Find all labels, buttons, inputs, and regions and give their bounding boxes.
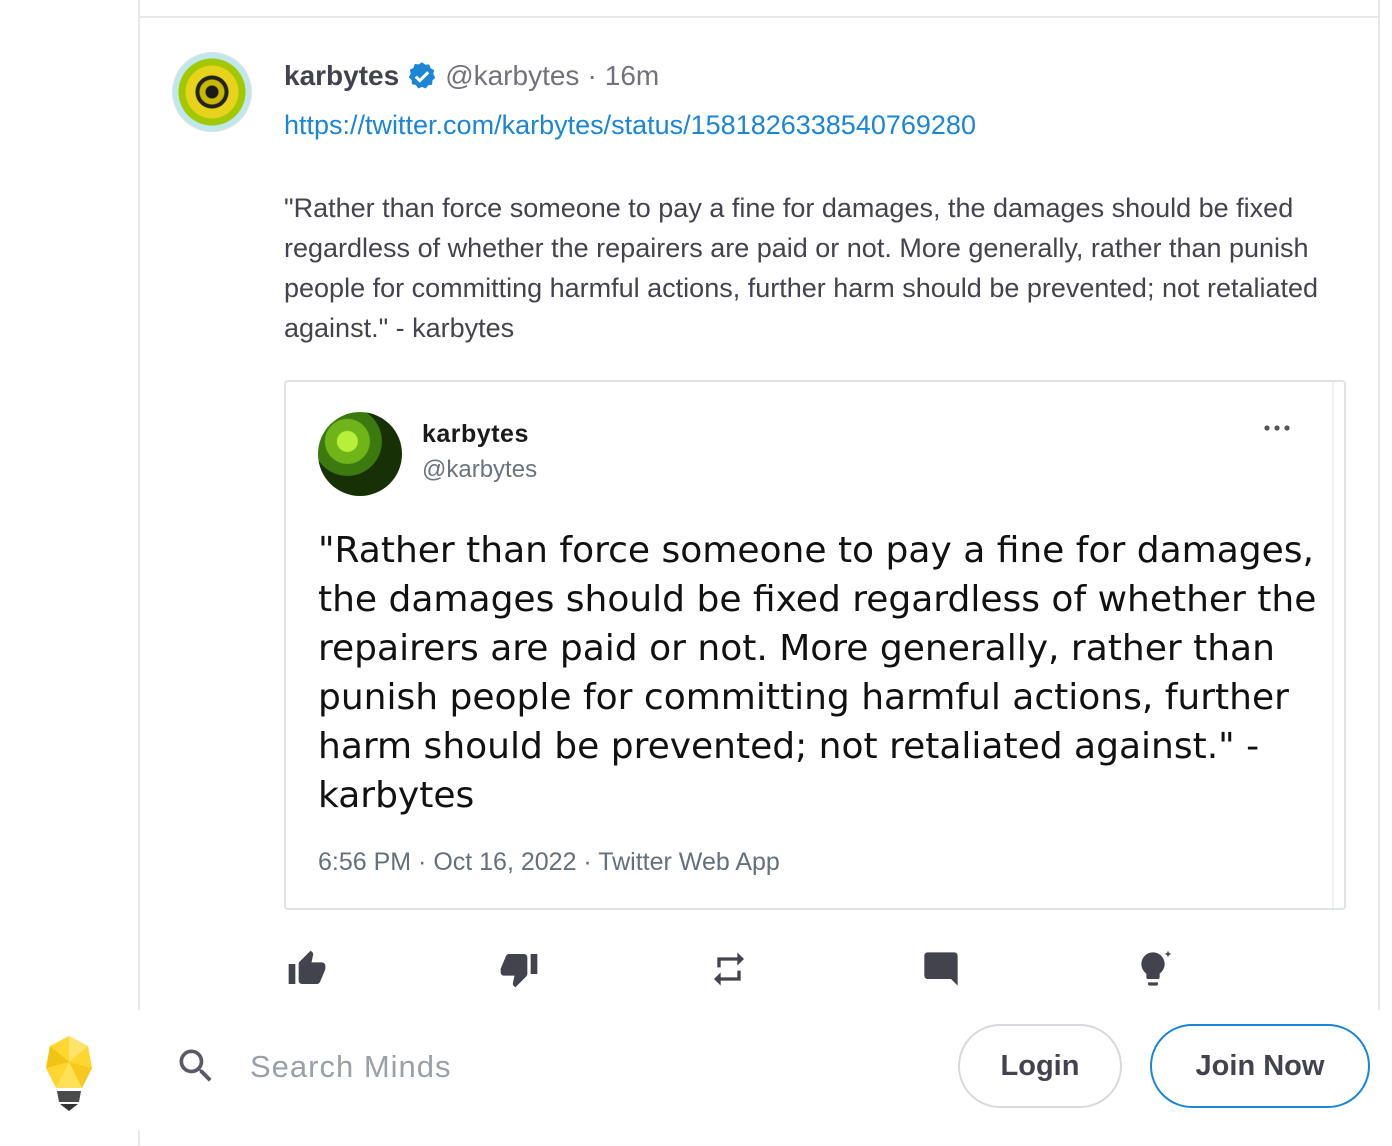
embed-tweet-text: "Rather than force someone to pay a fine… (318, 530, 1317, 816)
embedded-tweet-image: karbytes @karbytes "Rather than force so… (286, 382, 1334, 908)
post-header: karbytes @karbytes · 16m (284, 56, 659, 96)
verified-badge-icon (408, 62, 436, 89)
embed-author-name: karbytes (422, 420, 529, 448)
minds-logo-icon[interactable] (44, 1034, 94, 1112)
author-avatar[interactable] (172, 52, 252, 132)
author-name[interactable]: karbytes (284, 60, 399, 92)
header-separator: · (587, 60, 597, 91)
search-input[interactable] (250, 1040, 850, 1094)
comment-icon (924, 952, 958, 986)
embed-tweet-meta: 6:56 PM · Oct 16, 2022 · Twitter Web App (318, 848, 780, 876)
right-rail-border (1378, 0, 1380, 1010)
thumb-down-icon (500, 954, 538, 988)
embed-avatar (318, 412, 402, 496)
embed-author-handle: @karbytes (422, 456, 538, 483)
previous-post-divider (138, 0, 1380, 18)
author-handle[interactable]: @karbytes (445, 60, 579, 92)
post-timestamp[interactable]: 16m (605, 60, 659, 92)
embedded-tweet-card[interactable]: karbytes @karbytes "Rather than force so… (284, 380, 1346, 910)
login-button[interactable]: Login (958, 1024, 1122, 1108)
thumb-up-icon (288, 950, 326, 984)
post-action-bar (284, 946, 1184, 996)
next-post-peek (0, 1138, 1392, 1146)
next-post-link-fragment (284, 1138, 292, 1146)
boost-icon (1141, 950, 1172, 986)
left-rail-border (138, 0, 140, 1146)
remind-icon (714, 952, 744, 986)
downvote-button[interactable] (496, 946, 542, 992)
more-options-icon (1264, 425, 1290, 431)
upvote-button[interactable] (284, 946, 330, 992)
post-body-text: "Rather than force someone to pay a fine… (284, 193, 1319, 343)
comment-button[interactable] (918, 946, 964, 992)
post-link[interactable]: https://twitter.com/karbytes/status/1581… (284, 110, 976, 141)
search-icon (179, 1049, 212, 1082)
remind-button[interactable] (706, 946, 752, 992)
join-now-button[interactable]: Join Now (1150, 1024, 1370, 1108)
boost-button[interactable] (1130, 946, 1176, 992)
